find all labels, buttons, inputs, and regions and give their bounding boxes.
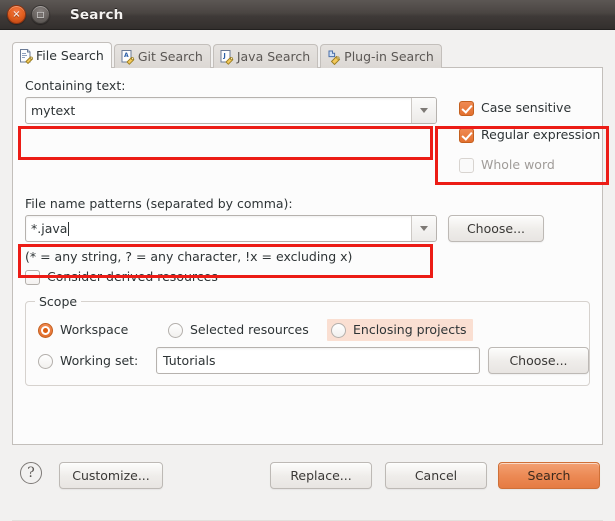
maximize-glyph: □ [36,9,45,19]
dialog-footer: ? Customize... Replace... Cancel Search [0,445,615,521]
containing-text-input[interactable]: mytext [25,97,437,124]
working-set-value: Tutorials [163,353,216,368]
file-patterns-hint: (* = any string, ? = any character, !x =… [25,249,353,264]
scope-group-title: Scope [35,294,82,309]
close-icon[interactable]: × [7,5,26,24]
replace-button[interactable]: Replace... [270,462,372,489]
search-tabbar: File Search A Git Search J Java Search P… [12,42,603,68]
file-patterns-value: *.java [26,216,411,241]
scope-enclosing-projects-radio[interactable]: Enclosing projects [327,319,473,341]
choose-working-set-button[interactable]: Choose... [488,347,589,374]
chevron-down-icon [420,226,428,231]
choose-patterns-button[interactable]: Choose... [448,215,544,242]
consider-derived-resources-checkbox[interactable]: Consider derived resources [25,269,218,285]
svg-text:J: J [222,51,225,59]
containing-text-dropdown-button[interactable] [411,98,436,123]
java-search-icon: J [219,49,235,65]
plugin-search-icon [326,49,342,65]
tab-file-search[interactable]: File Search [12,42,112,68]
git-search-icon: A [120,49,136,65]
containing-text-value: mytext [31,103,76,118]
radio-unselected-icon [38,353,53,369]
file-patterns-text: *.java [31,221,68,236]
tab-plugin-search[interactable]: Plug-in Search [320,44,442,68]
window-title: Search [70,6,124,23]
maximize-icon[interactable]: □ [31,5,50,24]
scope-workspace-label: Workspace [60,322,129,337]
file-patterns-input[interactable]: *.java [25,215,437,242]
scope-group: Scope Workspace Selected resources Enclo… [25,294,590,386]
whole-word-label: Whole word [481,157,555,172]
scope-workspace-radio[interactable]: Workspace [38,322,128,338]
search-button[interactable]: Search [498,462,600,489]
regular-expression-checkbox[interactable]: Regular expression [459,127,600,143]
working-set-input[interactable]: Tutorials [156,347,480,374]
checkbox-box-checked-icon [459,127,474,143]
radio-unselected-icon [168,322,183,338]
file-patterns-label: File name patterns (separated by comma): [25,196,293,211]
regular-expression-label: Regular expression [481,127,601,142]
scope-enclosing-projects-label: Enclosing projects [353,322,467,337]
containing-text-label: Containing text: [25,78,126,93]
tab-label: Git Search [137,49,203,64]
search-dialog: File Search A Git Search J Java Search P… [0,30,615,521]
scope-working-set-label: Working set: [60,353,139,368]
file-search-icon [18,48,34,64]
tab-java-search[interactable]: J Java Search [212,44,319,68]
checkbox-box-unchecked-icon [25,269,40,285]
customize-button[interactable]: Customize... [59,462,163,489]
cancel-button[interactable]: Cancel [385,462,487,489]
text-caret [68,221,70,236]
case-sensitive-label: Case sensitive [481,100,572,115]
file-patterns-dropdown-button[interactable] [411,216,436,241]
window-titlebar: × □ Search [0,0,615,30]
tab-label: File Search [36,48,104,63]
close-glyph: × [12,8,21,20]
checkbox-box-checked-icon [459,100,474,116]
tab-label: Java Search [236,49,311,64]
radio-unselected-icon [331,322,346,338]
whole-word-checkbox: Whole word [459,157,555,173]
tab-git-search[interactable]: A Git Search [113,44,211,68]
consider-derived-resources-label: Consider derived resources [47,269,218,284]
scope-selected-resources-label: Selected resources [190,322,309,337]
radio-selected-icon [38,322,53,338]
help-glyph: ? [27,465,35,481]
help-icon[interactable]: ? [20,462,42,484]
scope-selected-resources-radio[interactable]: Selected resources [168,322,309,338]
tab-label: Plug-in Search [344,49,434,64]
scope-working-set-radio[interactable]: Working set: [38,353,138,369]
chevron-down-icon [420,108,428,113]
case-sensitive-checkbox[interactable]: Case sensitive [459,100,571,116]
file-search-panel: Containing text: mytext Case sensitive R… [12,67,603,445]
checkbox-box-unchecked-icon [459,157,474,173]
svg-text:A: A [124,52,129,59]
